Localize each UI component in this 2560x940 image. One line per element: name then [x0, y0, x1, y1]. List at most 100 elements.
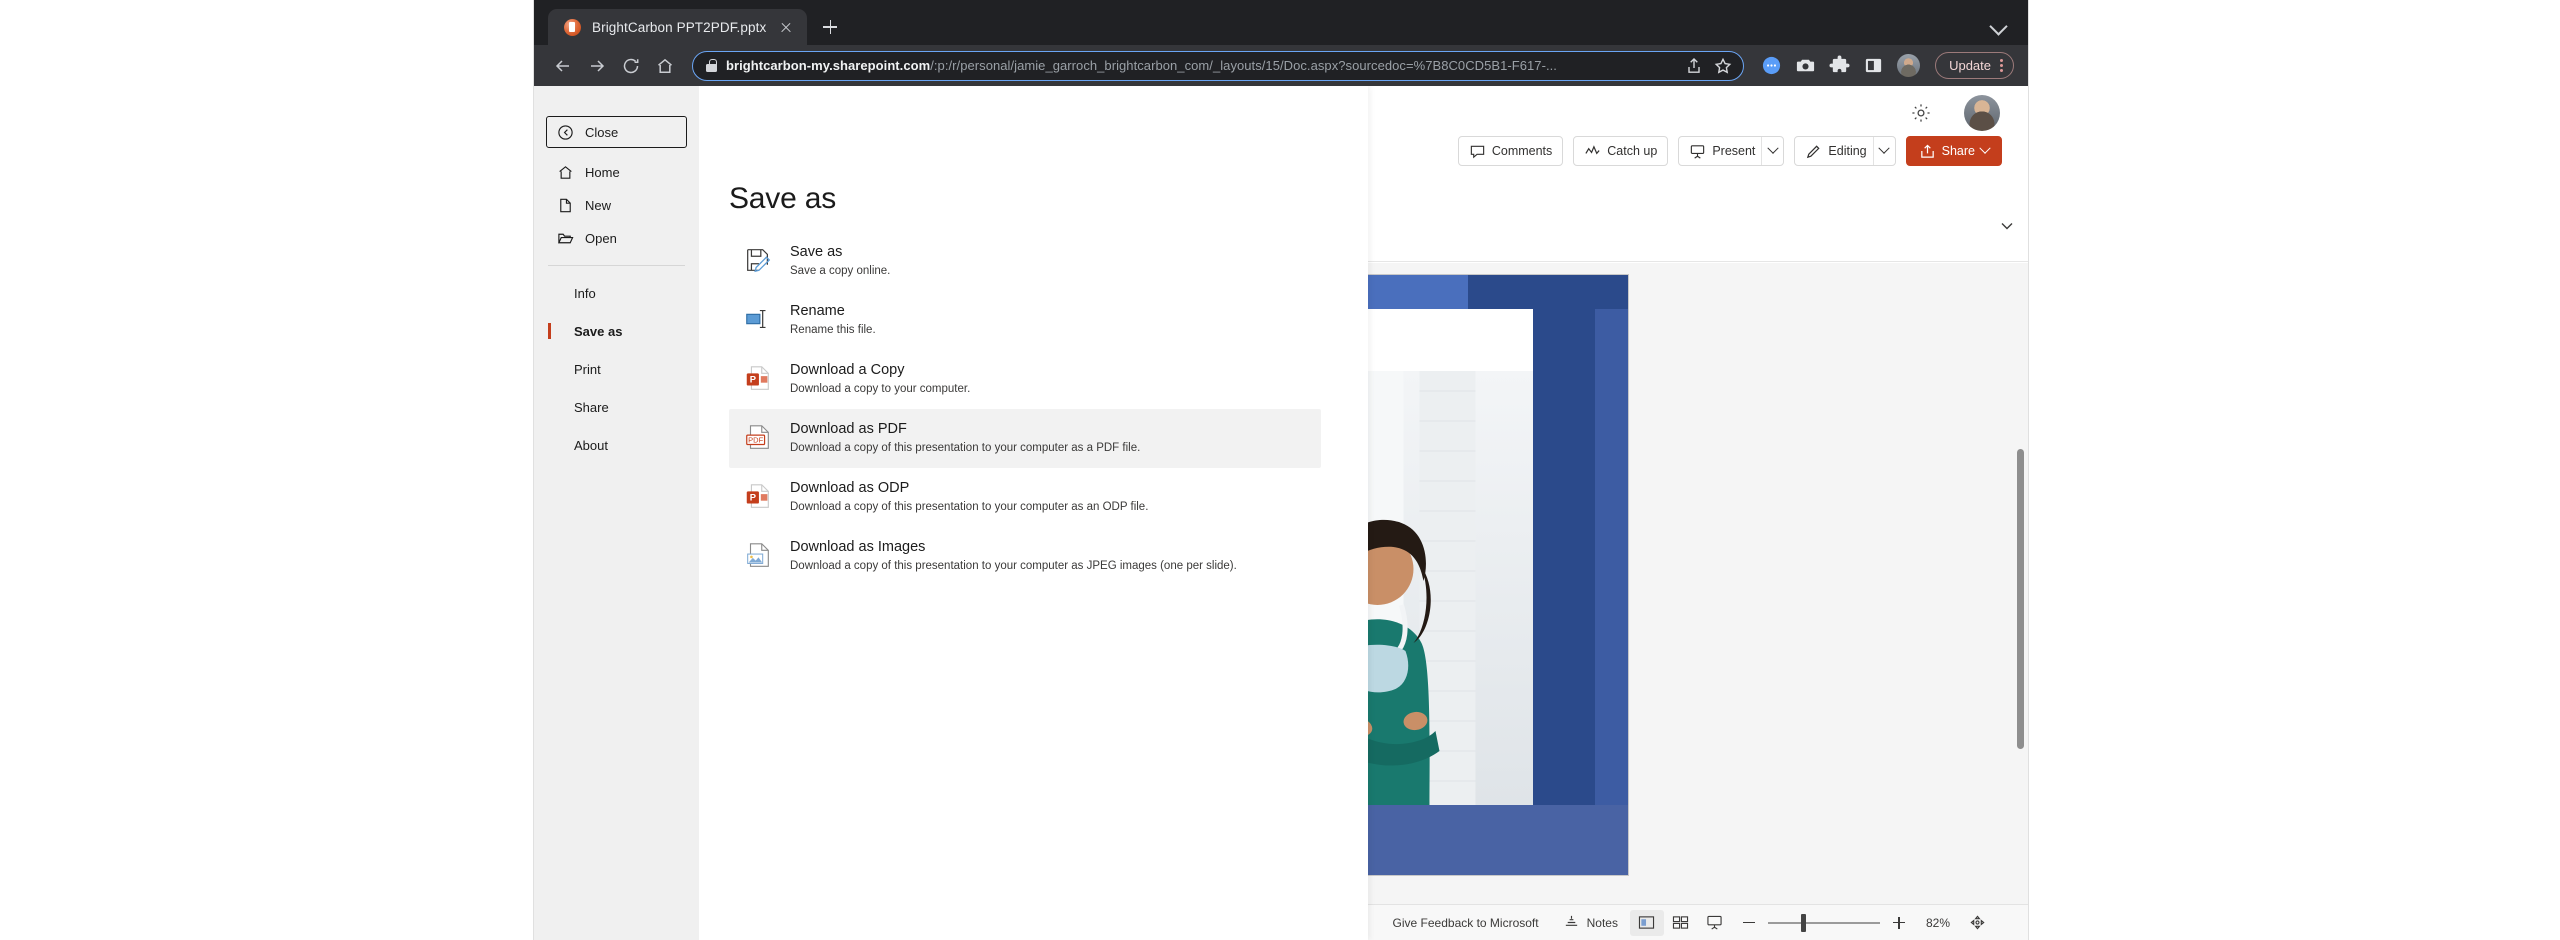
- option-save-as[interactable]: Save as Save a copy online.: [729, 232, 1321, 291]
- editing-caret[interactable]: [1872, 137, 1895, 165]
- sidebar-item-label: Home: [585, 165, 620, 180]
- share-icon[interactable]: [1684, 56, 1704, 76]
- sidebar-item-share[interactable]: Share: [546, 388, 687, 426]
- powerpoint-file-icon: P: [743, 363, 773, 393]
- option-text: Download a Copy Download a copy to your …: [790, 361, 970, 397]
- zoom-in-icon[interactable]: [1890, 914, 1908, 932]
- camera-icon[interactable]: [1790, 51, 1820, 81]
- back-arrow-icon[interactable]: [548, 51, 578, 81]
- home-icon[interactable]: [650, 51, 680, 81]
- option-title: Save as: [790, 244, 843, 260]
- option-desc: Download a copy of this presentation to …: [790, 501, 1149, 513]
- catch-up-label: Catch up: [1607, 144, 1658, 158]
- option-text: Download as ODP Download a copy of this …: [790, 479, 1148, 515]
- option-title: Rename: [790, 303, 845, 319]
- browser-tab[interactable]: BrightCarbon PPT2PDF.pptx: [548, 9, 808, 45]
- option-download-a-copy[interactable]: P Download a Copy Download a copy to you…: [729, 350, 1321, 409]
- split-screen-icon[interactable]: [1858, 51, 1888, 81]
- chevron-down-icon[interactable]: [1998, 217, 2016, 235]
- present-label: Present: [1712, 144, 1756, 158]
- update-button[interactable]: Update: [1935, 52, 2014, 79]
- scrollbar-thumb[interactable]: [2017, 449, 2024, 749]
- backstage-nav-top: Home New Open: [534, 154, 699, 255]
- tab-strip: BrightCarbon PPT2PDF.pptx: [534, 0, 2028, 45]
- give-feedback-button[interactable]: Give Feedback to Microsoft: [1381, 909, 1551, 937]
- option-desc: Download a copy to your computer.: [790, 383, 971, 395]
- share-label: Share: [1941, 144, 1975, 158]
- rename-icon: [743, 304, 773, 334]
- sidebar-item-label: About: [574, 437, 608, 453]
- option-download-as-odp[interactable]: P Download as ODP Download a copy of thi…: [729, 468, 1321, 527]
- option-desc: Save a copy online.: [790, 265, 891, 277]
- lock-icon: [706, 59, 717, 72]
- comments-button[interactable]: Comments: [1457, 136, 1564, 166]
- slide-sorter-button[interactable]: [1664, 910, 1698, 936]
- normal-view-button[interactable]: [1629, 909, 1664, 936]
- home-icon: [559, 166, 572, 179]
- option-text: Download as Images Download a copy of th…: [790, 538, 1237, 574]
- zoom-out-icon[interactable]: [1740, 914, 1758, 932]
- page-content: r Comments Catch up Present: [534, 86, 2028, 940]
- tab-title: BrightCarbon PPT2PDF.pptx: [592, 19, 767, 35]
- svg-text:P: P: [750, 375, 756, 385]
- user-avatar[interactable]: [1964, 95, 2000, 131]
- url-path: /:p:/r/personal/jamie_garroch_brightcarb…: [930, 58, 1557, 73]
- close-label: Close: [585, 124, 619, 140]
- back-circle-icon: [558, 124, 573, 140]
- chevron-down-icon[interactable]: [1988, 14, 2010, 36]
- sidebar-item-home[interactable]: Home: [546, 156, 687, 189]
- present-button[interactable]: Present: [1678, 136, 1785, 166]
- update-label: Update: [1949, 58, 1991, 73]
- sidebar-item-new[interactable]: New: [546, 189, 687, 222]
- browser-toolbar: brightcarbon-my.sharepoint.com/:p:/r/per…: [534, 45, 2028, 86]
- slideshow-button[interactable]: [1698, 910, 1732, 936]
- reload-icon[interactable]: [616, 51, 646, 81]
- kebab-menu-icon[interactable]: [2000, 58, 2004, 74]
- svg-text:PDF: PDF: [748, 435, 763, 444]
- forward-arrow-icon[interactable]: [582, 51, 612, 81]
- address-bar[interactable]: brightcarbon-my.sharepoint.com/:p:/r/per…: [692, 50, 1745, 81]
- option-desc: Download a copy of this presentation to …: [790, 560, 1237, 572]
- chat-bubble-icon[interactable]: [1756, 51, 1786, 81]
- zoom-level[interactable]: 82%: [1916, 909, 1960, 937]
- option-title: Download as ODP: [790, 480, 910, 496]
- sidebar-item-info[interactable]: Info: [546, 274, 687, 312]
- catch-up-button[interactable]: Catch up: [1573, 136, 1669, 166]
- option-rename[interactable]: Rename Rename this file.: [729, 291, 1321, 350]
- give-feedback-label: Give Feedback to Microsoft: [1392, 915, 1539, 930]
- sidebar-item-label: New: [585, 198, 612, 213]
- url-text: brightcarbon-my.sharepoint.com/:p:/r/per…: [726, 58, 1675, 73]
- close-icon[interactable]: [777, 18, 795, 36]
- zoom-slider-track[interactable]: [1767, 913, 1880, 932]
- sidebar-item-open[interactable]: Open: [546, 222, 687, 255]
- slide-top-band-right: [1467, 275, 1628, 309]
- profile-avatar[interactable]: [1897, 54, 1921, 77]
- sidebar-item-about[interactable]: About: [546, 426, 687, 464]
- odp-file-icon: P: [743, 481, 773, 511]
- option-desc: Rename this file.: [790, 324, 876, 336]
- save-as-icon: [743, 245, 773, 275]
- extensions-puzzle-icon[interactable]: [1824, 51, 1854, 81]
- notes-label: Notes: [1586, 915, 1618, 930]
- close-button[interactable]: Close: [546, 116, 687, 148]
- page-scrollbar[interactable]: [2015, 449, 2026, 940]
- sidebar-item-print[interactable]: Print: [546, 350, 687, 388]
- fit-to-window-icon[interactable]: [1960, 910, 1994, 936]
- new-tab-icon[interactable]: [815, 12, 845, 42]
- image-file-icon: [743, 540, 773, 570]
- zoom-slider-thumb[interactable]: [1800, 913, 1806, 932]
- gear-icon[interactable]: [1910, 102, 1932, 124]
- editing-button[interactable]: Editing: [1794, 136, 1896, 166]
- share-button[interactable]: Share: [1905, 136, 2002, 166]
- share-caret[interactable]: [1979, 142, 1991, 154]
- svg-text:P: P: [750, 493, 756, 503]
- option-download-as-images[interactable]: Download as Images Download a copy of th…: [729, 527, 1321, 586]
- option-download-as-pdf[interactable]: PDF Download as PDF Download a copy of t…: [729, 409, 1321, 468]
- option-text: Rename Rename this file.: [790, 302, 876, 338]
- star-icon[interactable]: [1713, 56, 1733, 76]
- sidebar-item-save-as[interactable]: Save as: [546, 312, 687, 350]
- present-caret[interactable]: [1761, 137, 1783, 165]
- notes-button[interactable]: Notes: [1551, 909, 1630, 937]
- option-title: Download as Images: [790, 539, 926, 555]
- browser-window: BrightCarbon PPT2PDF.pptx brightcarbon-m…: [534, 0, 2028, 940]
